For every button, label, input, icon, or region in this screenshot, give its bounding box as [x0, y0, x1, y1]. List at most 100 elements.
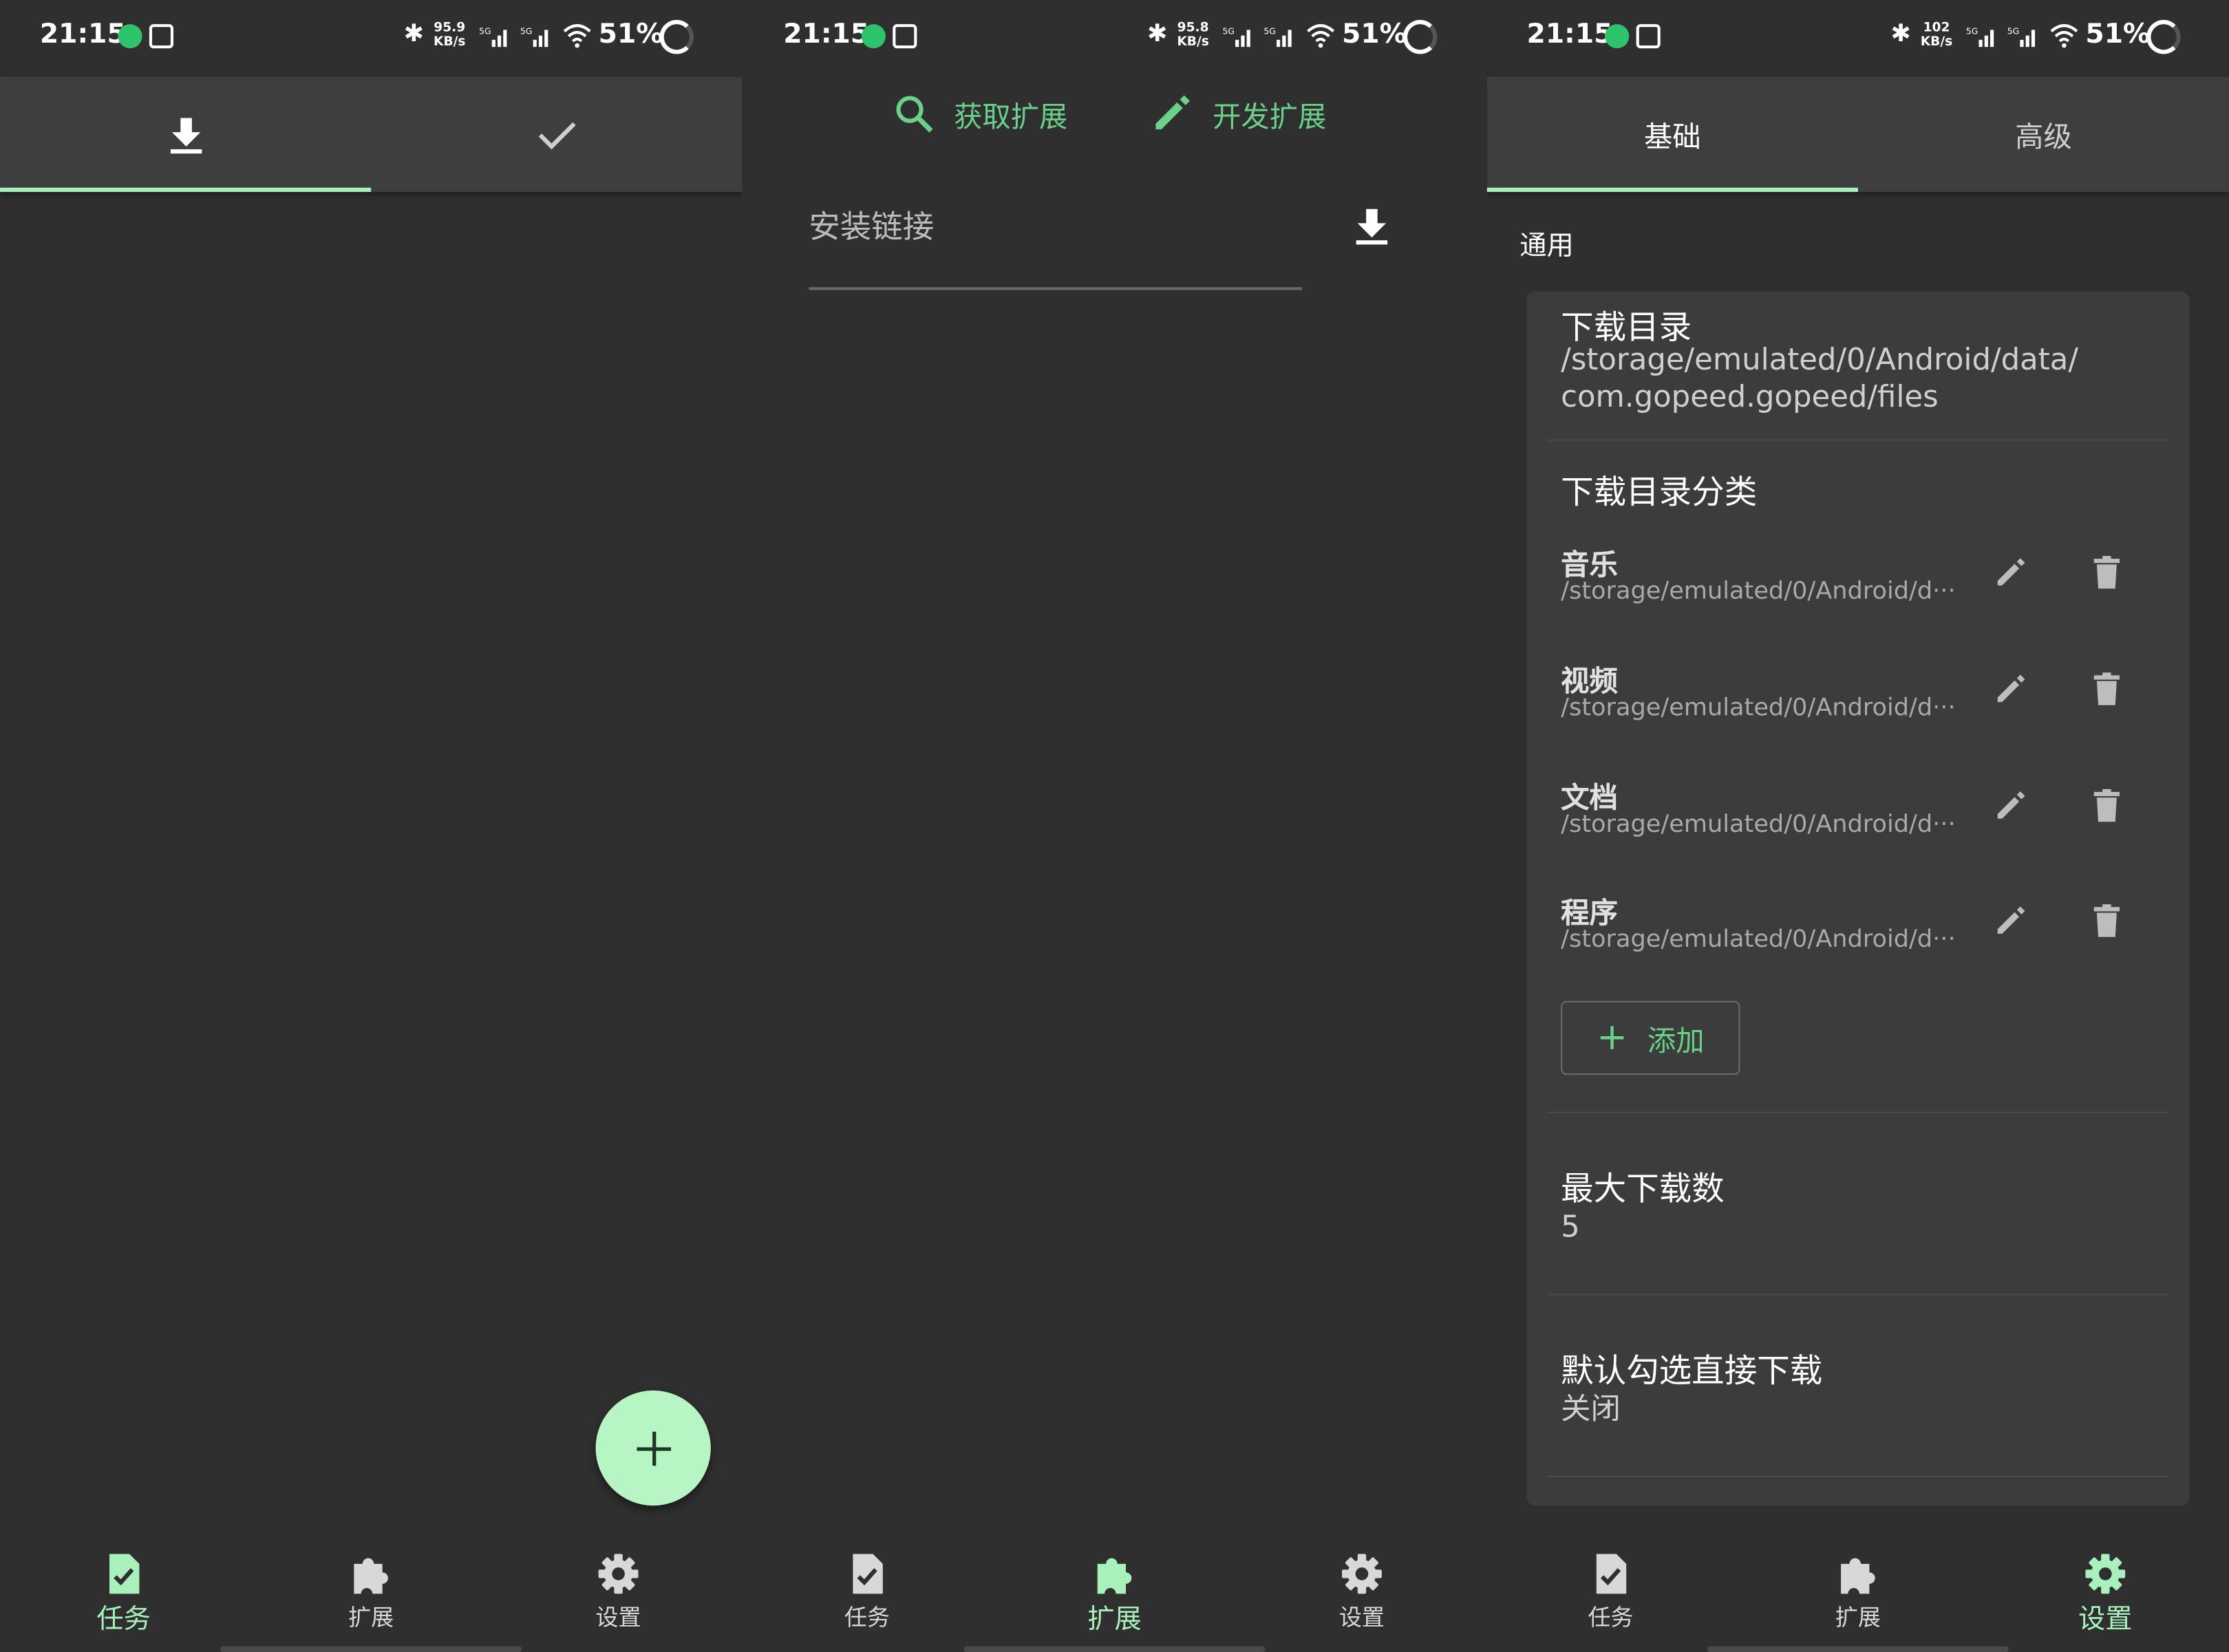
max-downloads-title: 最大下载数 [1561, 1171, 1725, 1209]
home-indicator [963, 1646, 1266, 1652]
bottom-nav: 任务 扩展 设置 [0, 1535, 743, 1652]
nav-item-extensions[interactable]: 扩展 [991, 1552, 1238, 1643]
dev-extension-label: 开发扩展 [1213, 98, 1327, 133]
bluetooth-icon: ✱ [1890, 19, 1911, 49]
divider [1546, 1475, 2170, 1477]
category-path: /storage/emulated/0/Android/d··· [1561, 694, 1956, 722]
home-indicator [1707, 1646, 2009, 1652]
general-settings-card: 下载目录 /storage/emulated/0/Android/data/ c… [1526, 291, 2190, 1506]
delete-icon[interactable] [2093, 555, 2121, 590]
gear-icon [598, 1554, 639, 1594]
signal-5g-icon: 5G [479, 26, 507, 47]
nav-item-settings[interactable]: 设置 [495, 1552, 742, 1643]
nav-label-tasks: 任务 [1588, 1603, 1634, 1631]
tab-completed[interactable] [371, 77, 742, 192]
gear-icon [2085, 1554, 2126, 1594]
tab-basic[interactable]: 基础 [1486, 77, 1858, 192]
bluetooth-icon: ✱ [1147, 19, 1168, 49]
add-category-button[interactable]: + 添加 [1561, 1000, 1740, 1075]
settings-tab-bar: 基础 高级 [1486, 76, 2229, 192]
edit-icon[interactable] [1993, 672, 2027, 707]
task-file-icon [109, 1554, 140, 1594]
network-speed-unit: KB/s [434, 35, 466, 50]
network-speed-value: 95.9 [434, 21, 466, 36]
edit-icon[interactable] [1993, 789, 2027, 824]
nav-item-tasks[interactable]: 任务 [743, 1552, 990, 1643]
svg-text:5G: 5G [1223, 26, 1235, 36]
battery-ring-icon [2146, 19, 2181, 54]
tab-downloading[interactable] [0, 77, 372, 192]
search-icon [896, 96, 933, 133]
plus-icon: + [1596, 1016, 1628, 1060]
max-downloads-value: 5 [1561, 1210, 1580, 1245]
nav-label-tasks: 任务 [96, 1603, 151, 1635]
tab-indicator [1486, 187, 1858, 192]
signal-5g-icon: 5G [2007, 26, 2036, 47]
tasks-screen: 21:15 ✱ 95.9 KB/s 5G 5G 51% 任务 扩展 设置 [0, 0, 743, 1652]
battery-level: 51% [1342, 18, 1407, 50]
delete-icon[interactable] [2093, 904, 2121, 938]
dev-extension-button[interactable]: 开发扩展 [1150, 88, 1326, 139]
tab-advanced-label: 高级 [2015, 119, 2072, 154]
add-task-button[interactable] [595, 1390, 711, 1506]
tab-basic-label: 基础 [1643, 119, 1701, 154]
pencil-icon [1155, 95, 1190, 130]
task-file-icon [853, 1554, 883, 1594]
status-time: 21:15 [783, 18, 870, 50]
network-speed-value: 95.8 [1177, 21, 1209, 36]
puzzle-icon [354, 1558, 388, 1594]
gallery-icon [893, 24, 917, 49]
puzzle-icon [1097, 1558, 1132, 1594]
status-time: 21:15 [1526, 18, 1613, 50]
nav-item-extensions[interactable]: 扩展 [1734, 1552, 1981, 1643]
tab-advanced[interactable]: 高级 [1858, 77, 2229, 192]
edit-icon[interactable] [1993, 904, 2027, 938]
bluetooth-icon: ✱ [403, 19, 425, 49]
get-extension-button[interactable]: 获取扩展 [894, 88, 1067, 139]
gallery-icon [149, 24, 174, 49]
home-indicator [220, 1646, 522, 1652]
signal-5g-icon: 5G [520, 26, 548, 47]
status-bar: 21:15 ✱ 95.9 KB/s 5G 5G 51% [0, 0, 742, 77]
gallery-icon [1636, 24, 1661, 49]
svg-text:5G: 5G [479, 26, 491, 36]
signal-5g-icon: 5G [1966, 26, 1994, 47]
notification-dot-icon [1605, 24, 1630, 49]
nav-label-extensions: 扩展 [1087, 1603, 1142, 1635]
divider [1546, 1111, 2170, 1113]
install-link-field[interactable]: 安装链接 [809, 191, 1303, 290]
check-icon [537, 121, 575, 149]
tasks-tab-bar [0, 76, 743, 192]
svg-text:5G: 5G [520, 26, 532, 36]
nav-item-settings[interactable]: 设置 [1238, 1552, 1485, 1643]
svg-text:5G: 5G [1966, 26, 1978, 36]
nav-item-settings[interactable]: 设置 [1982, 1552, 2229, 1643]
nav-item-tasks[interactable]: 任务 [0, 1552, 247, 1643]
delete-icon[interactable] [2093, 672, 2121, 707]
task-file-icon [1596, 1554, 1627, 1594]
puzzle-icon [1841, 1558, 1875, 1594]
nav-item-tasks[interactable]: 任务 [1487, 1552, 1734, 1643]
status-bar: 21:15 ✱ 95.8 KB/s 5G 5G 51% [743, 0, 1485, 77]
notification-dot-icon [861, 24, 886, 49]
extension-actions: 获取扩展 开发扩展 [743, 88, 1485, 145]
edit-icon[interactable] [1993, 556, 2027, 590]
battery-level: 51% [598, 18, 663, 50]
delete-icon[interactable] [2093, 789, 2121, 824]
bottom-nav: 任务 扩展 设置 [743, 1535, 1486, 1652]
categories-title: 下载目录分类 [1561, 475, 1758, 512]
battery-ring-icon [1403, 19, 1438, 54]
nav-item-extensions[interactable]: 扩展 [247, 1552, 494, 1643]
nav-label-extensions: 扩展 [1835, 1603, 1881, 1631]
wifi-icon [563, 24, 591, 48]
network-speed-unit: KB/s [1177, 35, 1209, 50]
network-speed: 95.8 KB/s [1177, 21, 1208, 50]
network-speed: 102 KB/s [1921, 21, 1952, 50]
default-direct-download-value: 关闭 [1561, 1391, 1621, 1426]
download-dir-value-line1: /storage/emulated/0/Android/data/ [1561, 342, 2078, 377]
signal-5g-icon: 5G [1263, 26, 1292, 47]
install-download-button[interactable] [1355, 206, 1389, 252]
divider [1546, 439, 2170, 441]
add-category-label: 添加 [1647, 1022, 1705, 1058]
gear-icon [1342, 1554, 1382, 1594]
